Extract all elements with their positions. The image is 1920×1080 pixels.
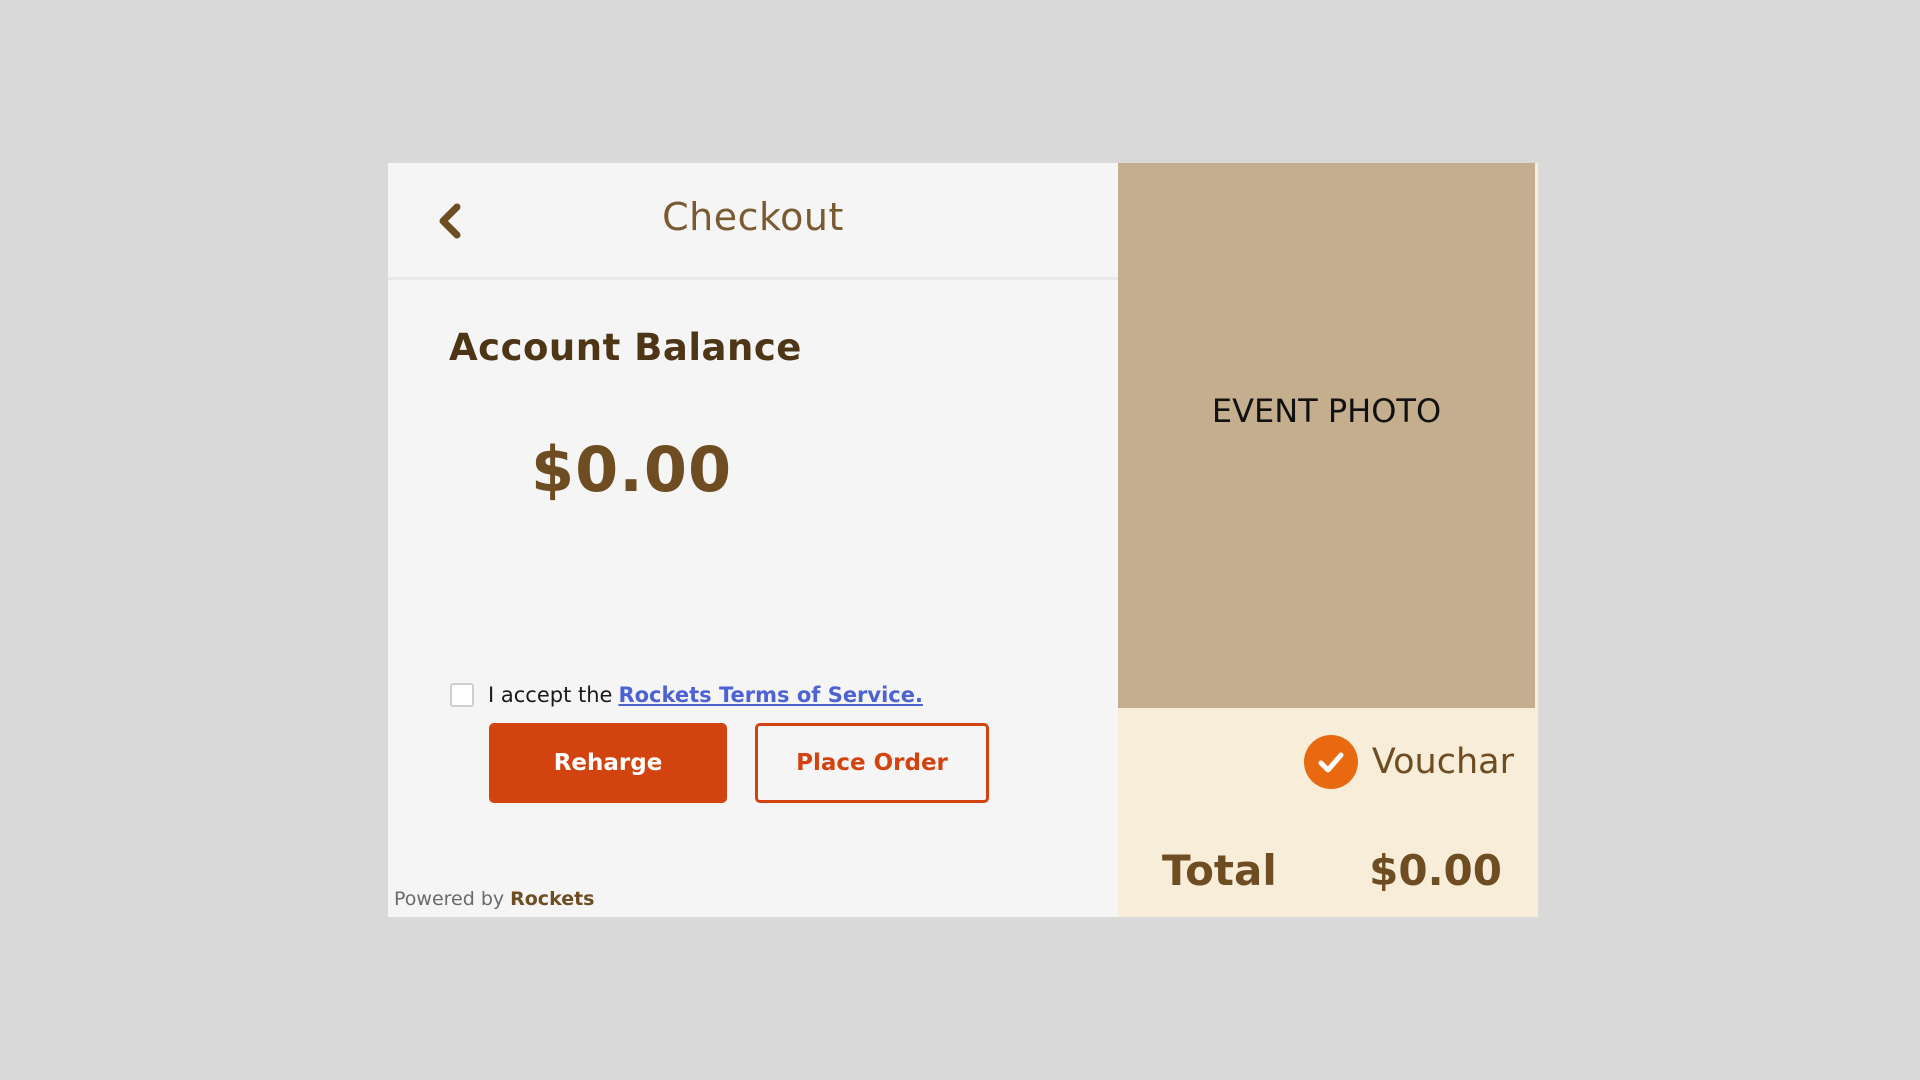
powered-by: Powered by Rockets: [394, 888, 594, 910]
terms-row: I accept the Rockets Terms of Service.: [450, 680, 923, 710]
terms-text: I accept the: [488, 683, 613, 707]
checkout-header: Checkout: [388, 163, 1118, 280]
checkout-panel: Checkout Account Balance $0.00 I accept …: [388, 163, 1118, 917]
terms-of-service-link[interactable]: Rockets Terms of Service.: [618, 683, 923, 707]
powered-by-text: Powered by: [394, 888, 505, 910]
checkmark-icon: [1303, 735, 1358, 789]
order-summary-panel: EVENT PHOTO Vouchar Total $0.00: [1118, 163, 1538, 917]
voucher-toggle[interactable]: Vouchar: [1303, 735, 1514, 789]
account-balance-amount: $0.00: [531, 433, 733, 506]
voucher-label: Vouchar: [1371, 742, 1514, 782]
page-title: Checkout: [662, 195, 844, 239]
powered-by-brand: Rockets: [510, 888, 595, 910]
event-photo: EVENT PHOTO: [1118, 163, 1535, 708]
total-amount: $0.00: [1369, 846, 1502, 895]
checkout-card: Checkout Account Balance $0.00 I accept …: [388, 163, 1538, 917]
place-order-button[interactable]: Place Order: [755, 723, 989, 803]
total-label: Total: [1162, 846, 1277, 895]
event-photo-label: EVENT PHOTO: [1211, 391, 1442, 430]
recharge-button[interactable]: Reharge: [489, 723, 727, 803]
account-balance-label: Account Balance: [449, 326, 802, 369]
terms-checkbox[interactable]: [450, 683, 474, 707]
